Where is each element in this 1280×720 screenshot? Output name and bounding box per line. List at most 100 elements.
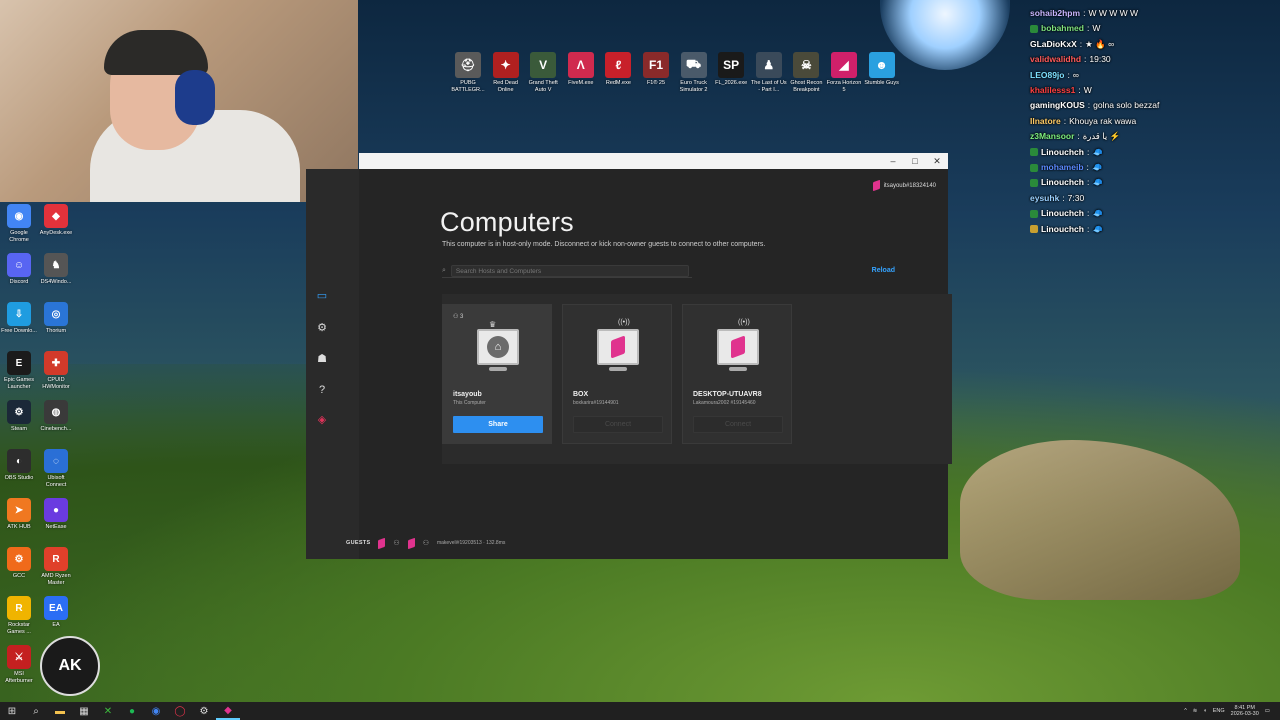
desktop-shortcut[interactable]: E Epic Games Launcher	[0, 351, 38, 391]
parsec-icon[interactable]: ◆	[216, 702, 240, 720]
desktop-shortcut[interactable]: ⚙ Steam	[0, 400, 38, 433]
steam-icon[interactable]: ⚙	[192, 702, 216, 720]
parsec-logo-icon	[611, 335, 625, 359]
desktop-shortcut[interactable]: R AMD Ryzen Master	[37, 547, 75, 587]
chat-badge-icon	[1030, 163, 1038, 172]
volume-icon[interactable]: ◖	[1203, 708, 1206, 714]
chat-separator: :	[1086, 146, 1090, 157]
xbox-icon[interactable]: ✕	[96, 702, 120, 720]
desktop-shortcut[interactable]: ☻ Stumble Guys	[863, 52, 901, 87]
user-chip[interactable]: itsayoub#18324140	[872, 179, 936, 192]
desktop-shortcut[interactable]: ◎ Thorium	[37, 302, 75, 335]
search-input[interactable]	[450, 265, 689, 277]
desktop-shortcut[interactable]: EA EA	[37, 596, 75, 629]
desktop-shortcut[interactable]: ⛟ Euro Truck Simulator 2	[675, 52, 713, 94]
desktop-shortcut[interactable]: ☺ Discord	[0, 253, 38, 286]
connect-button[interactable]: Connect	[693, 416, 783, 433]
computers-icon[interactable]: ▭	[315, 289, 329, 303]
notification-icon[interactable]: ▭	[1265, 708, 1270, 714]
desktop-shortcut[interactable]: R Rockstar Games ...	[0, 596, 38, 636]
start-icon[interactable]: ⊞	[0, 702, 24, 720]
minimize-icon[interactable]: –	[882, 156, 904, 166]
chat-username: Ilnatore	[1030, 115, 1061, 126]
desktop-shortcut[interactable]: ☠ Ghost Recon Breakpoint	[787, 52, 825, 94]
fivem-icon: Λ	[567, 52, 594, 78]
share-button[interactable]: Share	[453, 416, 543, 433]
desktop-shortcut-label: AMD Ryzen Master	[41, 573, 71, 586]
reload-button[interactable]: Reload	[872, 267, 895, 274]
desktop-shortcut[interactable]: SP FL_2026.exe	[712, 52, 750, 87]
desktop-shortcut[interactable]: ♞ DS4Windo...	[37, 253, 75, 286]
chat-text: 🧢	[1091, 162, 1103, 173]
guest-avatar[interactable]	[378, 537, 386, 549]
parsec-logo-icon[interactable]: ◈	[315, 413, 329, 427]
chat-message: Ilnatore: Khouya rak wawa	[1030, 114, 1280, 129]
desktop-shortcut[interactable]: ● NetEase	[37, 498, 75, 531]
desktop-shortcut[interactable]: ➤ ATK HUB	[0, 498, 38, 531]
guest-avatar[interactable]	[407, 537, 415, 549]
desktop-shortcut[interactable]: ✚ CPUID HWMonitor	[37, 351, 75, 391]
file-explorer-icon[interactable]: ▬	[48, 702, 72, 720]
desktop-shortcut-label: DS4Windo...	[40, 279, 72, 285]
computers-panel: ⚇ 3 ♛ ⌂ itsayoub This Computer Share ((•…	[442, 294, 952, 464]
desktop-shortcut[interactable]: ⛑ PUBG BATTLEGR...	[449, 52, 487, 94]
friends-icon[interactable]: ☗	[315, 352, 329, 366]
desktop-shortcut[interactable]: ♟ The Last of Us - Part I...	[750, 52, 788, 94]
desktop-shortcut[interactable]: ⇩ Free Downlo...	[0, 302, 38, 335]
chat-message: eysuhk:7:30	[1030, 191, 1280, 206]
home-icon: ⌂	[487, 336, 509, 358]
window-titlebar[interactable]: – □ ✕	[359, 153, 948, 169]
calculator-icon[interactable]: ▦	[72, 702, 96, 720]
computers-page: itsayoub#18324140 Computers This compute…	[359, 169, 952, 559]
chat-separator: :	[1086, 162, 1089, 173]
chat-username: mohameib	[1041, 162, 1084, 173]
computer-meta: This Computer	[453, 400, 486, 406]
chat-username: Linouchch	[1041, 146, 1084, 157]
hwmonitor-icon: ✚	[44, 351, 68, 375]
clock[interactable]: 8:41 PM 2026-03-30	[1231, 705, 1259, 717]
chat-text: 🧢	[1092, 208, 1103, 219]
computer-card-host[interactable]: ⚇ 3 ♛ ⌂ itsayoub This Computer Share	[442, 304, 552, 444]
stumble-guys-icon: ☻	[868, 52, 895, 78]
desktop-shortcut[interactable]: Λ FiveM.exe	[562, 52, 600, 87]
desktop-shortcut-label: Ubisoft Connect	[45, 475, 67, 488]
discord-icon: ☺	[7, 253, 31, 277]
desktop-shortcut[interactable]: ◆ AnyDesk.exe	[37, 204, 75, 237]
chat-message: khalilesss1: W	[1030, 83, 1280, 98]
help-icon[interactable]: ?	[315, 383, 329, 397]
desktop-shortcut-label: Ghost Recon Breakpoint	[790, 80, 823, 93]
opera-icon[interactable]: ◯	[168, 702, 192, 720]
desktop-shortcut[interactable]: ◉ Google Chrome	[0, 204, 38, 244]
desktop-shortcut[interactable]: ◐ OBS Studio	[0, 449, 38, 482]
desktop-shortcut[interactable]: ✦ Red Dead Online	[487, 52, 525, 94]
computer-card-desktop[interactable]: ((•)) DESKTOP-UTUAVR8 Lakamoura2002 #191…	[682, 304, 792, 444]
chat-text: W	[1092, 23, 1101, 34]
desktop-shortcut[interactable]: V Grand Theft Auto V	[524, 52, 562, 94]
chat-message: sohaib2hpm: W W W W W	[1030, 6, 1280, 21]
maximize-icon[interactable]: □	[904, 156, 926, 166]
network-icon[interactable]: ≋	[1193, 708, 1198, 714]
chevron-up-icon[interactable]: ^	[1184, 708, 1187, 714]
desktop-shortcut[interactable]: ◍ Cinebench...	[37, 400, 75, 433]
obs-icon: ◐	[7, 449, 31, 473]
close-icon[interactable]: ✕	[926, 156, 948, 167]
computer-name: itsayoub	[453, 391, 482, 398]
computer-card-box[interactable]: ((•)) BOX boxkarira#19144901 Connect	[562, 304, 672, 444]
desktop-shortcut[interactable]: ◢ Forza Horizon 5	[825, 52, 863, 94]
desktop-shortcut[interactable]: ◌ Ubisoft Connect	[37, 449, 75, 489]
desktop-shortcut-label: Steam	[11, 426, 27, 432]
desktop-shortcut[interactable]: ℓ RedM.exe	[599, 52, 637, 87]
desktop-shortcut[interactable]: ⚔ MSI Afterburner	[0, 645, 38, 685]
connect-button[interactable]: Connect	[573, 416, 663, 433]
language-indicator[interactable]: ENG	[1213, 708, 1225, 714]
person-icon: ⚇	[422, 540, 429, 547]
search-icon[interactable]: ⌕	[24, 702, 48, 720]
desktop-shortcut[interactable]: F1 F1® 25	[637, 52, 675, 87]
desktop-shortcut[interactable]: ⚙ GCC	[0, 547, 38, 580]
chat-text: 🧢	[1092, 146, 1103, 157]
chrome-icon[interactable]: ◉	[144, 702, 168, 720]
chat-separator: :	[1086, 177, 1090, 188]
spotify-icon[interactable]: ●	[120, 702, 144, 720]
chat-username: GLaDioKxX	[1030, 38, 1077, 49]
settings-icon[interactable]: ⚙	[315, 321, 329, 335]
